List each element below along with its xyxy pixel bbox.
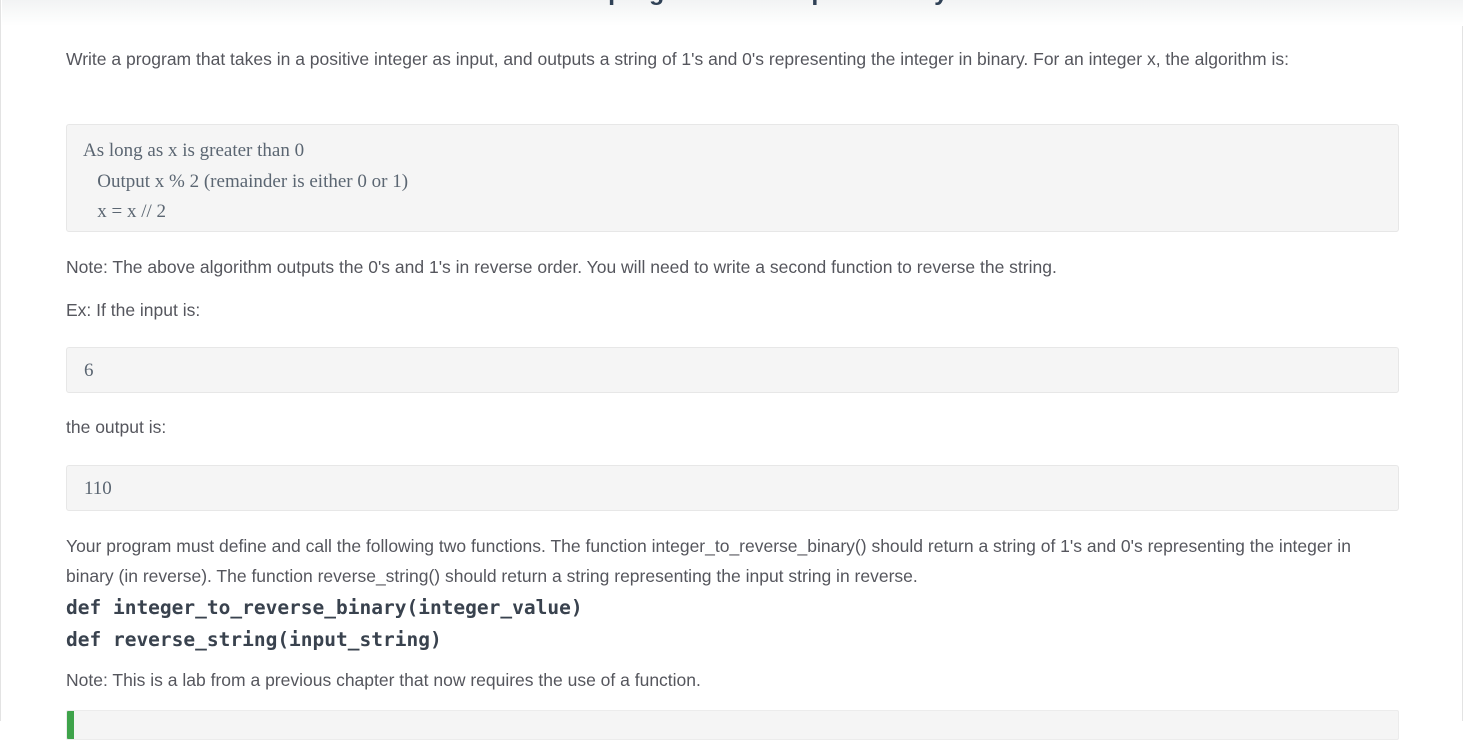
- panel-accent-bar: [67, 711, 74, 739]
- algorithm-code-block: As long as x is greater than 0 Output x …: [66, 124, 1399, 232]
- example-input-label: Ex: If the input is:: [66, 300, 201, 320]
- example-input-block: 6: [66, 347, 1399, 393]
- bottom-code-editor-panel[interactable]: [66, 710, 1399, 740]
- function-signature-reverse-string: def reverse_string(input_string): [66, 628, 442, 651]
- functions-description-paragraph: Your program must define and call the fo…: [66, 536, 1351, 586]
- example-output-block: 110: [66, 465, 1399, 511]
- clipped-section-heading: Write a program that outputs binary: [1, 0, 1463, 7]
- note-previous-chapter: Note: This is a lab from a previous chap…: [66, 670, 701, 690]
- example-output-label: the output is:: [66, 417, 167, 437]
- example-output-value: 110: [84, 478, 112, 499]
- algorithm-code-text: As long as x is greater than 0 Output x …: [83, 140, 409, 222]
- intro-paragraph: Write a program that takes in a positive…: [66, 49, 1289, 69]
- note-reverse-order: Note: The above algorithm outputs the 0'…: [66, 257, 1057, 277]
- function-signature-integer-to-reverse-binary: def integer_to_reverse_binary(integer_va…: [66, 596, 583, 619]
- example-input-value: 6: [84, 360, 94, 381]
- page-frame: Write a program that outputs binary Writ…: [0, 0, 1463, 740]
